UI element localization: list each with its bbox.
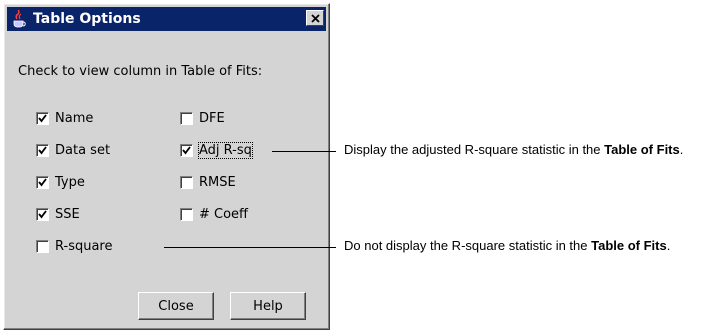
checkbox-name[interactable]: Name — [36, 111, 93, 126]
checkbox-num-coeff-box[interactable] — [180, 208, 193, 221]
checkbox-data-set-box[interactable] — [36, 144, 49, 157]
checkbox-type-box[interactable] — [36, 176, 49, 189]
callout-r-square-prefix: Do not display the R-square statistic in… — [344, 238, 592, 253]
title-bar[interactable]: Table Options — [7, 7, 326, 31]
checkbox-sse[interactable]: SSE — [36, 207, 80, 222]
help-button[interactable]: Help — [230, 292, 306, 320]
checkmark-icon — [38, 114, 47, 123]
callout-line-adj-r-sq — [272, 151, 336, 152]
callout-adj-r-sq-bold: Table of Fits — [604, 142, 680, 157]
checkbox-dfe[interactable]: DFE — [180, 111, 225, 126]
callout-adj-r-sq: Display the adjusted R-square statistic … — [344, 142, 683, 157]
callout-r-square-bold: Table of Fits — [591, 238, 667, 253]
checkbox-type-label: Type — [55, 175, 85, 190]
checkbox-r-square[interactable]: R-square — [36, 239, 112, 254]
checkbox-dfe-box[interactable] — [180, 112, 193, 125]
checkbox-name-box[interactable] — [36, 112, 49, 125]
callout-adj-r-sq-prefix: Display the adjusted R-square statistic … — [344, 142, 605, 157]
checkbox-data-set[interactable]: Data set — [36, 143, 110, 158]
instructions-text: Check to view column in Table of Fits: — [18, 64, 263, 79]
window-title: Table Options — [33, 11, 141, 27]
callout-line-r-square — [164, 247, 336, 248]
checkbox-adj-r-sq-box[interactable] — [180, 144, 193, 157]
checkbox-name-label: Name — [55, 111, 94, 126]
checkbox-dfe-label: DFE — [199, 111, 225, 126]
close-button[interactable]: Close — [138, 292, 214, 320]
checkbox-r-square-box[interactable] — [36, 240, 49, 253]
callout-r-square-suffix: . — [666, 238, 671, 253]
checkbox-rmse[interactable]: RMSE — [180, 175, 236, 190]
checkbox-rmse-label: RMSE — [199, 175, 236, 190]
close-icon — [310, 13, 320, 23]
checkbox-sse-box[interactable] — [36, 208, 49, 221]
matlab-java-cup-icon — [13, 10, 26, 28]
checkbox-type[interactable]: Type — [36, 175, 85, 190]
checkmark-icon — [38, 146, 47, 155]
checkbox-adj-r-sq-label: Adj R-sq — [198, 142, 253, 159]
checkbox-data-set-label: Data set — [55, 143, 111, 158]
checkbox-num-coeff-label: # Coeff — [199, 207, 249, 222]
checkmark-icon — [182, 146, 191, 155]
table-options-dialog: Table Options Check to view column in Ta… — [3, 3, 330, 330]
checkmark-icon — [38, 210, 47, 219]
checkbox-adj-r-sq[interactable]: Adj R-sq — [180, 142, 253, 159]
callout-adj-r-sq-suffix: . — [679, 142, 684, 157]
close-window-button[interactable] — [306, 10, 324, 26]
checkbox-num-coeff[interactable]: # Coeff — [180, 207, 248, 222]
checkbox-r-square-label: R-square — [55, 239, 113, 254]
checkbox-rmse-box[interactable] — [180, 176, 193, 189]
checkmark-icon — [38, 178, 47, 187]
checkbox-sse-label: SSE — [55, 207, 80, 222]
callout-r-square: Do not display the R-square statistic in… — [344, 238, 670, 253]
